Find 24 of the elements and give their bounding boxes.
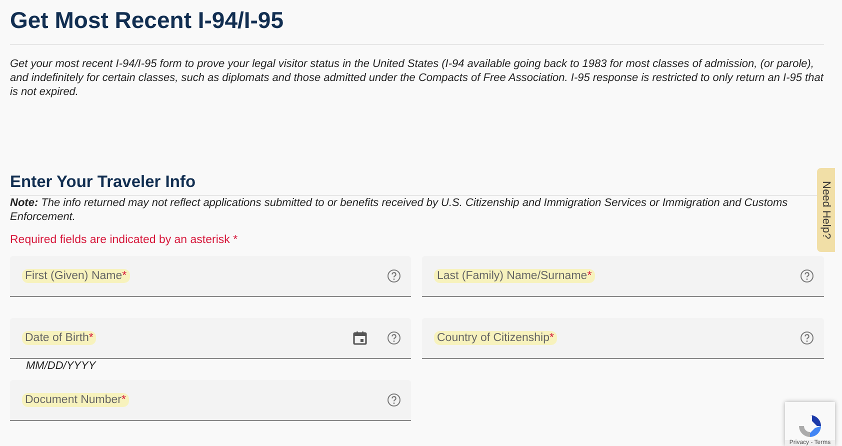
field-label: First (Given) Name* [22,269,130,283]
input-field[interactable]: Document Number* [10,380,411,421]
help-icon[interactable] [800,269,814,283]
help-icon[interactable] [387,393,401,407]
field-label: Date of Birth* [22,331,96,345]
input-field[interactable]: Country of Citizenship* [422,318,824,359]
format-hint: MM/DD/YYYY [26,360,96,372]
field-label: Document Number* [22,393,129,407]
page-title: Get Most Recent I-94/I-95 [10,6,285,34]
intro-paragraph: Get your most recent I-94/I-95 form to prove your legal visitor status in the United States (I-94 available going back to 1983 for most classes of admission, (or parole), and indefinitely for certain classes, such as diplomats and those admitted under the Compacts of Free Association. I-95 response is restricted to only return an I-95 that is not expired. [10,57,824,99]
help-tab[interactable]: Need Help? [817,168,835,252]
help-icon[interactable] [387,269,401,283]
input-field[interactable]: Last (Family) Name/Surname* [422,256,824,297]
note-paragraph: Note: The info returned may not reflect applications submitted to or benefits received by U.S. Citizenship and Immigration Services or Immigration and Customs Enforcement. [10,196,789,224]
recaptcha-icon [796,412,824,440]
calendar-icon[interactable] [353,331,367,345]
help-icon[interactable] [387,331,401,345]
input-field[interactable]: First (Given) Name* [10,256,411,297]
field-label: Last (Family) Name/Surname* [434,269,595,283]
input-field[interactable]: Date of Birth* [10,318,411,359]
help-icon[interactable] [800,331,814,345]
field-label: Country of Citizenship* [434,331,557,345]
section-title: Enter Your Traveler Info [10,172,197,192]
required-notice: Required fields are indicated by an asterisk * [10,234,239,246]
